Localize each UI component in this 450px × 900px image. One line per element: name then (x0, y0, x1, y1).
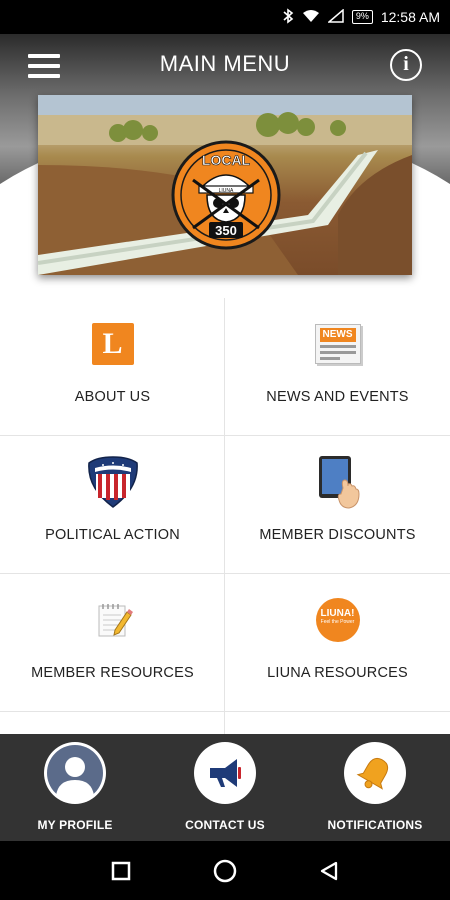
menu-label: MEMBER DISCOUNTS (259, 527, 416, 543)
nav-contact-us[interactable]: CONTACT US (165, 742, 285, 832)
menu-label: NEWS AND EVENTS (266, 389, 409, 405)
system-nav-bar (0, 841, 450, 900)
menu-item-partial (225, 712, 450, 736)
page-title: MAIN MENU (159, 51, 291, 76)
signal-icon (326, 7, 344, 26)
svg-text:350: 350 (215, 223, 237, 238)
wifi-icon (302, 9, 320, 26)
newspaper-icon: NEWS (314, 324, 361, 364)
recents-icon[interactable] (110, 860, 132, 882)
menu-item-news-and-events[interactable]: NEWS NEWS AND EVENTS (225, 298, 450, 436)
nav-label: NOTIFICATIONS (327, 818, 423, 832)
menu-item-partial (0, 712, 225, 736)
menu-item-political-action[interactable]: POLITICAL ACTION (0, 436, 225, 574)
hero-banner: LOCAL LIUNA 350 (38, 95, 412, 275)
local-350-logo: LOCAL LIUNA 350 (171, 140, 281, 250)
nav-notifications[interactable]: NOTIFICATIONS (315, 742, 435, 832)
status-time: 12:58 AM (380, 9, 440, 25)
menu-label: POLITICAL ACTION (45, 527, 180, 543)
info-icon[interactable]: i (390, 49, 422, 81)
svg-text:LIUNA: LIUNA (219, 188, 234, 194)
svg-text:LOCAL: LOCAL (202, 152, 251, 168)
battery-icon: 9% (351, 10, 373, 24)
tablet-touch-icon (318, 456, 360, 509)
menu-label: LIUNA RESOURCES (267, 665, 408, 681)
menu-item-member-resources[interactable]: MEMBER RESOURCES (0, 574, 225, 712)
nav-label: CONTACT US (185, 818, 265, 832)
menu-item-member-discounts[interactable]: MEMBER DISCOUNTS (225, 436, 450, 574)
user-icon (44, 742, 106, 804)
flag-shield-icon (87, 456, 138, 508)
menu-label: ABOUT US (74, 389, 151, 405)
letter-l-icon: L (91, 323, 134, 365)
megaphone-icon (194, 742, 256, 804)
menu-item-about-us[interactable]: L ABOUT US (0, 298, 225, 436)
menu-label: MEMBER RESOURCES (31, 665, 194, 681)
notepad-pencil-icon (98, 604, 133, 637)
menu-item-liuna-resources[interactable]: LIUNA! Feel the Power LIUNA RESOURCES (225, 574, 450, 712)
bell-icon (344, 742, 406, 804)
bottom-nav: MY PROFILE CONTACT US NOTIFICATIONS (0, 734, 450, 841)
liuna-badge-icon: LIUNA! Feel the Power (315, 598, 360, 642)
bluetooth-icon (282, 7, 294, 27)
nav-label: MY PROFILE (37, 818, 113, 832)
home-icon[interactable] (212, 858, 238, 884)
back-icon[interactable] (318, 860, 340, 882)
nav-my-profile[interactable]: MY PROFILE (15, 742, 135, 832)
status-bar: 9% 12:58 AM (0, 0, 450, 34)
